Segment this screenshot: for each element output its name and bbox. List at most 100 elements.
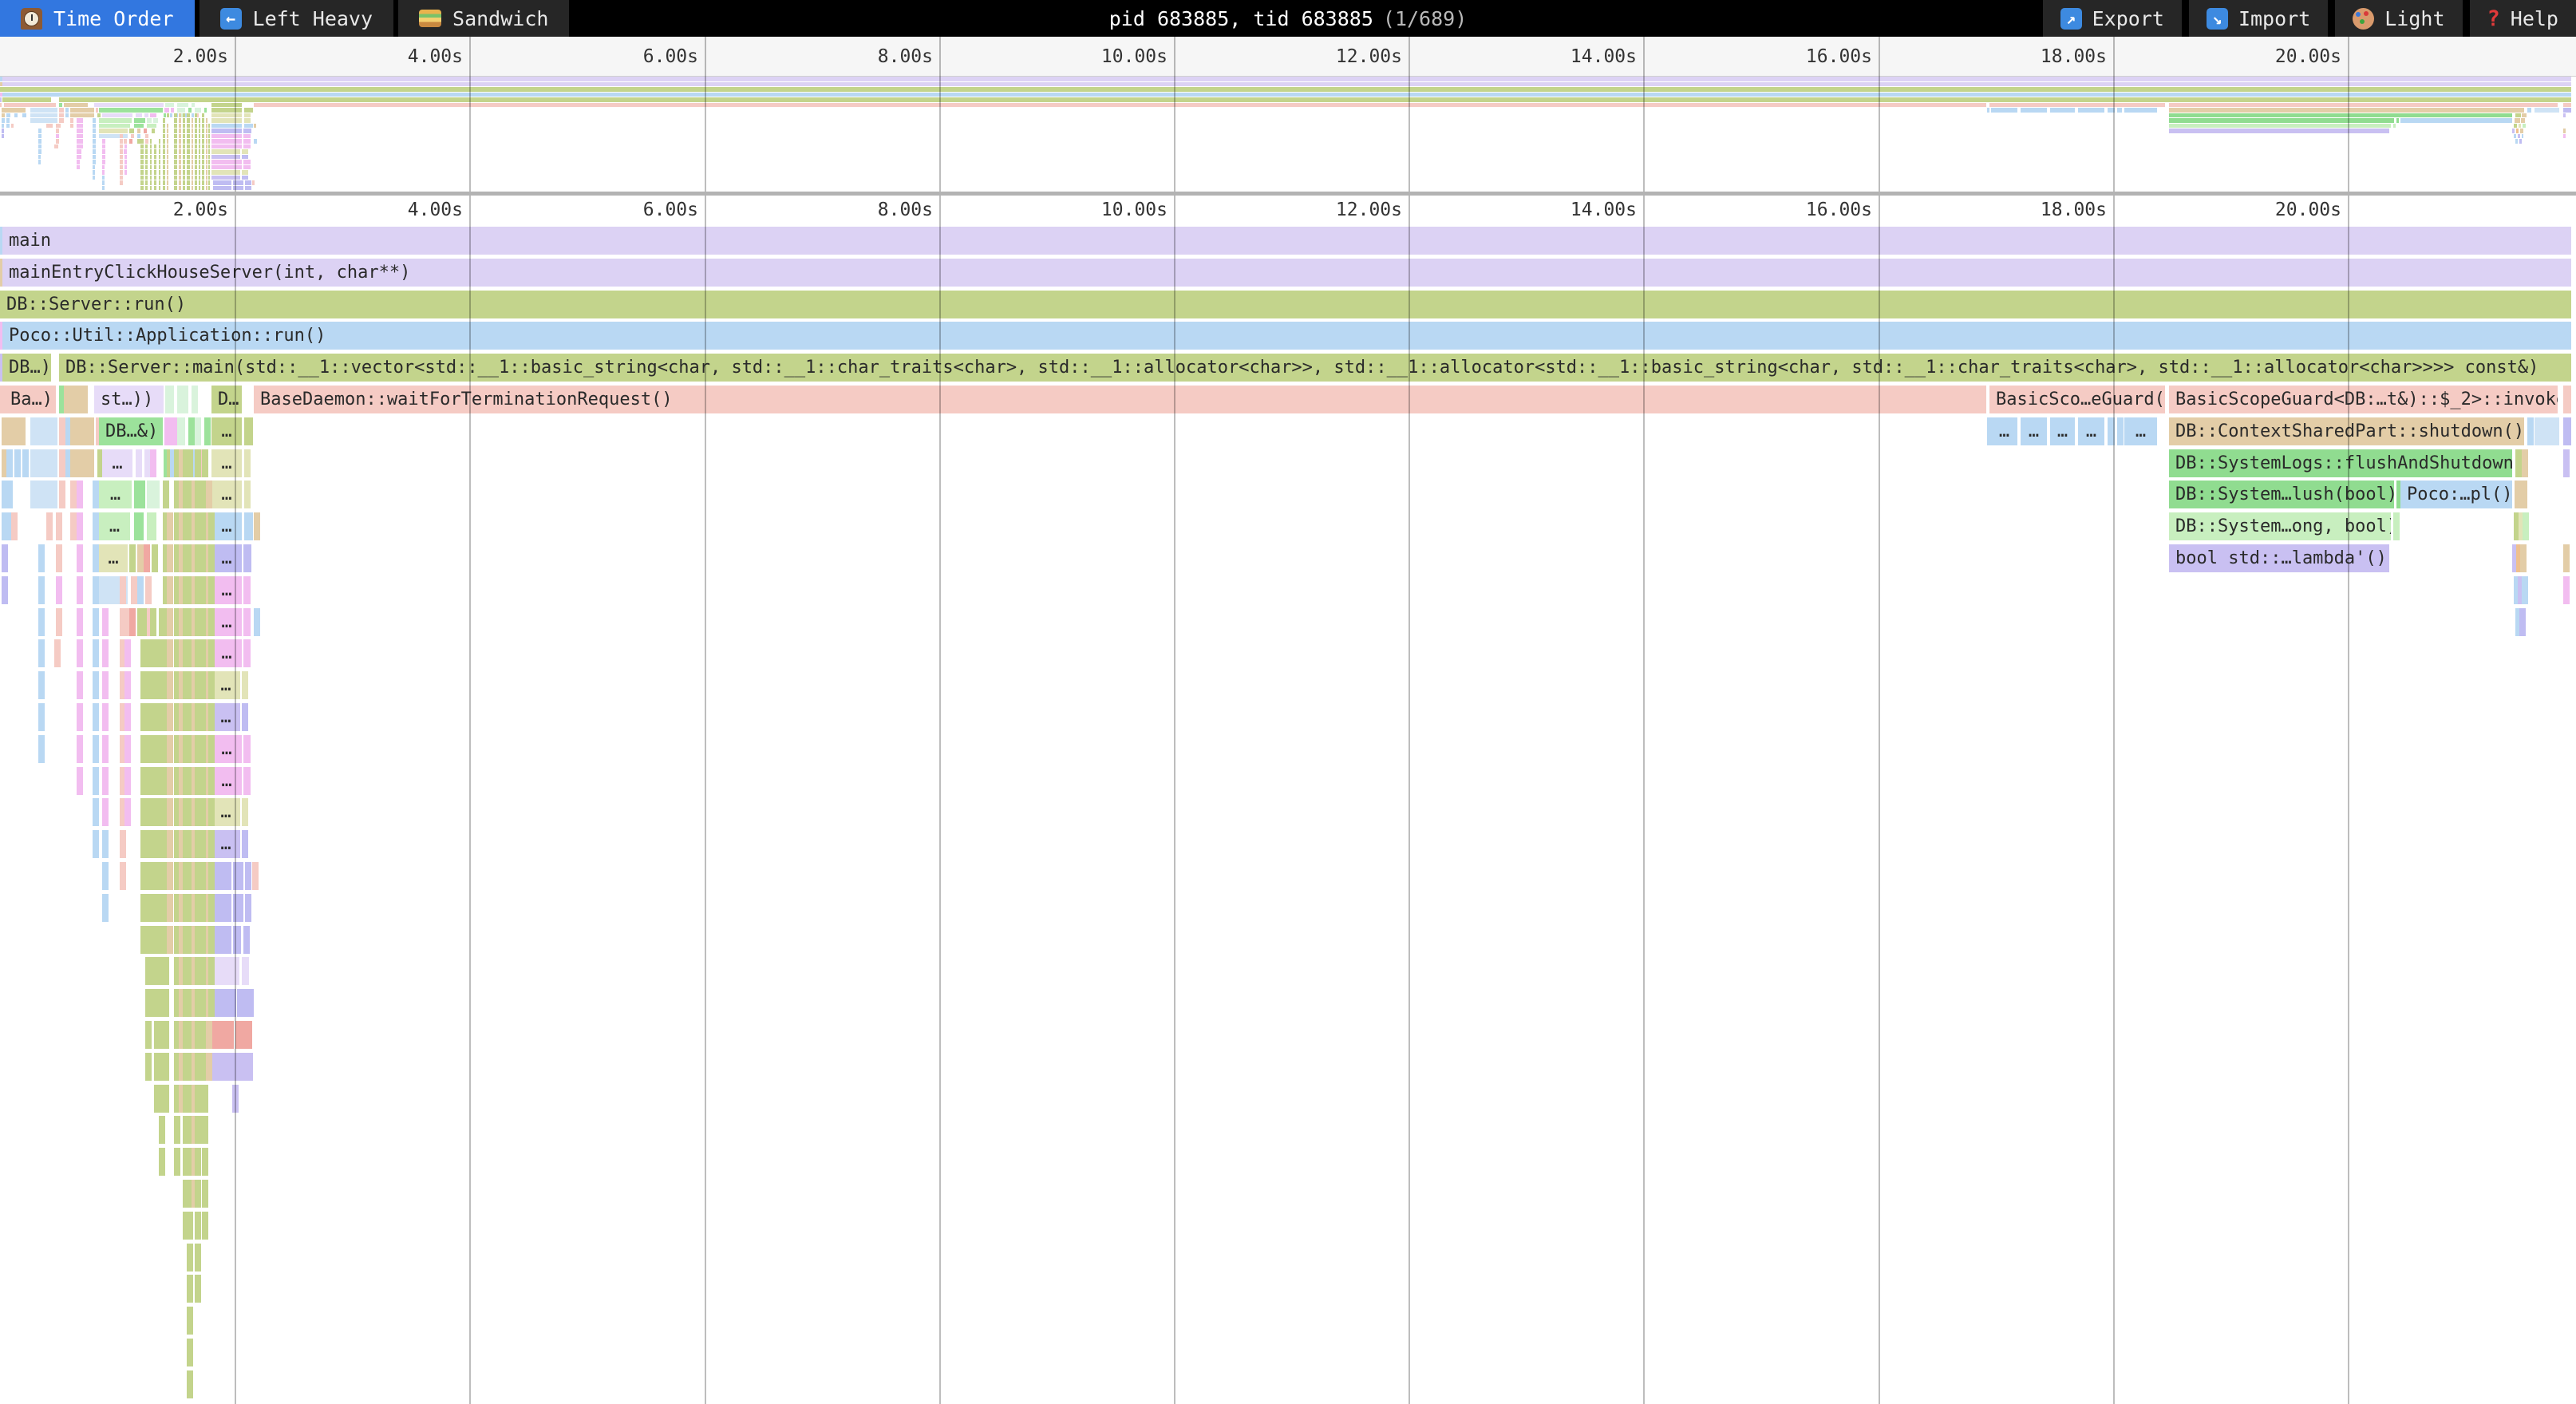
flame-frame[interactable] — [124, 671, 131, 699]
flame-frame[interactable]: DB::Server::main(std::__1::vector<std::_… — [59, 354, 2571, 382]
flame-frame[interactable] — [38, 671, 45, 699]
flame-frame[interactable] — [242, 798, 248, 826]
flame-frame[interactable] — [70, 512, 77, 540]
flame-frame[interactable] — [93, 576, 99, 604]
flame-frame[interactable] — [187, 1370, 193, 1398]
flame-frame[interactable]: DB::System…ong, bool) — [2169, 512, 2391, 540]
flamegraph-canvas[interactable]: mainmainEntryClickHouseServer(int, char*… — [0, 227, 2576, 1404]
flame-frame[interactable] — [11, 512, 18, 540]
flame-frame[interactable] — [2, 417, 26, 445]
flame-frame[interactable] — [56, 544, 62, 572]
flame-frame[interactable] — [247, 1053, 253, 1081]
flame-frame[interactable] — [187, 1339, 193, 1366]
flame-frame[interactable] — [195, 449, 201, 477]
flame-frame[interactable] — [208, 926, 215, 954]
flame-frame[interactable] — [208, 894, 215, 922]
flame-frame[interactable] — [30, 449, 57, 477]
flame-frame[interactable] — [93, 481, 99, 508]
flame-frame[interactable] — [2522, 576, 2528, 604]
flame-frame[interactable] — [70, 481, 77, 508]
flame-frame[interactable] — [38, 703, 45, 731]
flame-frame[interactable]: … — [2021, 417, 2047, 445]
flame-frame[interactable] — [77, 512, 83, 540]
flame-frame[interactable] — [208, 608, 215, 636]
flame-frame[interactable]: … — [2050, 417, 2075, 445]
flame-frame[interactable] — [167, 671, 173, 699]
flame-frame[interactable] — [93, 767, 99, 795]
flame-frame[interactable] — [243, 735, 251, 763]
tab-time-order[interactable]: Time Order — [0, 0, 195, 37]
flame-frame[interactable] — [2563, 386, 2571, 413]
flame-frame[interactable]: … — [211, 576, 242, 604]
flame-frame[interactable] — [167, 894, 173, 922]
flame-frame[interactable] — [202, 1116, 208, 1144]
flame-frame[interactable]: BasicSco…eGuard() — [1989, 386, 2165, 413]
flame-frame[interactable] — [147, 481, 153, 508]
flame-frame[interactable] — [244, 417, 253, 445]
flame-frame[interactable] — [195, 1148, 201, 1176]
flame-frame[interactable] — [120, 576, 126, 604]
flame-frame[interactable] — [167, 798, 173, 826]
flame-frame[interactable] — [129, 608, 136, 636]
flame-frame[interactable] — [56, 608, 62, 636]
flame-frame[interactable] — [208, 957, 215, 985]
flame-frame[interactable] — [159, 1148, 165, 1176]
flame-frame[interactable]: DB…&) — [99, 417, 163, 445]
flame-frame[interactable]: … — [211, 735, 242, 763]
flame-frame[interactable] — [137, 576, 144, 604]
flame-frame[interactable] — [124, 639, 131, 667]
flame-frame[interactable] — [77, 703, 83, 731]
flame-frame[interactable] — [2, 576, 8, 604]
flame-frame[interactable] — [102, 830, 109, 858]
flame-frame[interactable] — [167, 544, 173, 572]
flame-frame[interactable] — [2527, 417, 2534, 445]
flame-frame[interactable] — [243, 608, 251, 636]
flame-frame[interactable] — [208, 576, 215, 604]
flame-frame[interactable]: DB::ContextSharedPart::shutdown() — [2169, 417, 2524, 445]
flame-frame[interactable] — [159, 1116, 165, 1144]
flame-frame[interactable] — [167, 862, 173, 890]
flame-frame[interactable] — [208, 830, 215, 858]
flame-frame[interactable] — [177, 386, 188, 413]
flame-frame[interactable] — [243, 639, 251, 667]
flame-frame[interactable] — [59, 417, 65, 445]
flame-frame[interactable] — [204, 417, 211, 445]
flame-frame[interactable] — [202, 1085, 208, 1113]
flame-frame[interactable] — [77, 576, 83, 604]
flame-frame[interactable] — [187, 449, 193, 477]
flame-frame[interactable] — [163, 1053, 169, 1081]
flame-frame[interactable]: … — [1991, 417, 2017, 445]
flame-frame[interactable] — [187, 1275, 193, 1303]
flame-frame[interactable] — [102, 639, 109, 667]
flame-frame[interactable] — [102, 798, 109, 826]
flame-frame[interactable]: … — [211, 417, 242, 445]
flame-frame[interactable] — [93, 798, 99, 826]
flame-frame[interactable] — [102, 767, 109, 795]
flame-frame[interactable] — [124, 767, 131, 795]
flame-frame[interactable] — [144, 544, 150, 572]
flame-frame[interactable] — [202, 1180, 208, 1208]
flame-frame[interactable] — [150, 608, 156, 636]
flame-frame[interactable] — [195, 417, 201, 445]
flame-frame[interactable] — [167, 830, 173, 858]
flame-frame[interactable] — [187, 1212, 193, 1240]
flame-frame[interactable] — [163, 1085, 169, 1113]
help-button[interactable]: ? Help — [2470, 0, 2576, 37]
flame-frame[interactable] — [38, 544, 45, 572]
flame-frame[interactable] — [245, 862, 251, 890]
flame-frame[interactable] — [208, 735, 215, 763]
flame-frame[interactable] — [213, 894, 231, 922]
flame-frame[interactable] — [147, 512, 156, 540]
flame-frame[interactable] — [145, 576, 152, 604]
flame-frame[interactable] — [165, 386, 174, 413]
flame-frame[interactable]: main — [2, 227, 2571, 255]
flame-frame[interactable]: bool std::…lambda'()) — [2169, 544, 2389, 572]
flame-frame[interactable] — [2515, 449, 2522, 477]
flame-frame[interactable] — [38, 639, 45, 667]
flame-frame[interactable] — [2563, 544, 2570, 572]
flame-frame[interactable]: DB…) — [2, 354, 51, 382]
flame-frame[interactable] — [93, 639, 99, 667]
flame-frame[interactable] — [208, 989, 215, 1017]
flame-frame[interactable] — [38, 576, 45, 604]
flame-frame[interactable] — [102, 735, 109, 763]
